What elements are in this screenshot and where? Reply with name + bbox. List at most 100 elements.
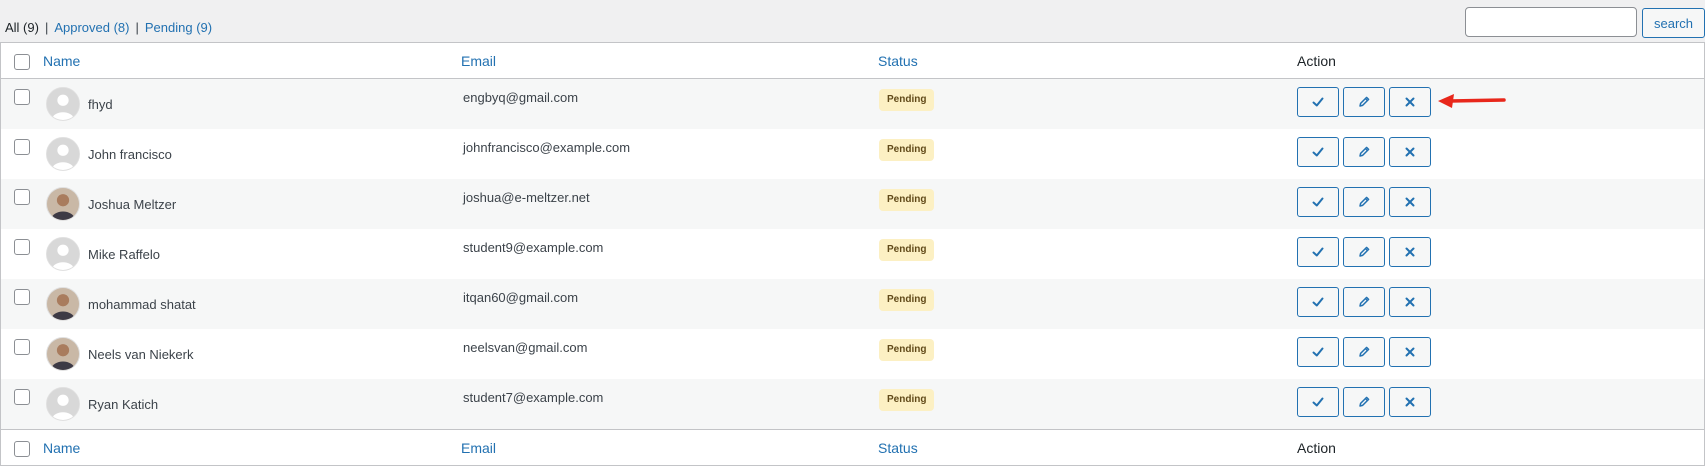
user-name[interactable]: mohammad shatat xyxy=(88,297,196,312)
status-filter-links: All (9) | Approved (8) | Pending (9) xyxy=(5,20,212,35)
user-email: student9@example.com xyxy=(463,240,604,255)
reject-button[interactable] xyxy=(1389,287,1431,317)
edit-pencil-icon xyxy=(1357,195,1371,209)
user-avatar xyxy=(46,337,80,371)
reject-x-icon xyxy=(1403,295,1417,309)
reject-button[interactable] xyxy=(1389,337,1431,367)
column-header-email[interactable]: Email xyxy=(461,53,496,69)
edit-pencil-icon xyxy=(1357,295,1371,309)
row-checkbox[interactable] xyxy=(14,389,30,405)
edit-button[interactable] xyxy=(1343,87,1385,117)
search-input[interactable] xyxy=(1465,7,1637,37)
column-header-status[interactable]: Status xyxy=(878,53,918,69)
approve-check-icon xyxy=(1311,395,1325,409)
default-avatar-icon xyxy=(46,237,80,271)
user-email: student7@example.com xyxy=(463,390,604,405)
reject-x-icon xyxy=(1403,345,1417,359)
annotation-arrow-icon xyxy=(1438,94,1506,108)
table-body: fhyd engbyq@gmail.com Pending John francisc… xyxy=(1,79,1704,429)
approve-button[interactable] xyxy=(1297,387,1339,417)
row-checkbox[interactable] xyxy=(14,289,30,305)
column-footer-name[interactable]: Name xyxy=(43,440,80,456)
table-row: John francisco johnfrancisco@example.com P… xyxy=(1,129,1704,179)
user-avatar xyxy=(46,187,80,221)
column-footer-email[interactable]: Email xyxy=(461,440,496,456)
toolbar: All (9) | Approved (8) | Pending (9) search xyxy=(0,0,1705,42)
reject-x-icon xyxy=(1403,395,1417,409)
search-button[interactable]: search xyxy=(1642,8,1705,38)
reject-button[interactable] xyxy=(1389,87,1431,117)
edit-button[interactable] xyxy=(1343,237,1385,267)
approve-button[interactable] xyxy=(1297,337,1339,367)
table-footer-row: Name Email Status Action xyxy=(1,429,1704,465)
reject-x-icon xyxy=(1403,95,1417,109)
select-all-checkbox[interactable] xyxy=(14,54,30,70)
select-all-checkbox-footer[interactable] xyxy=(14,441,30,457)
status-badge: Pending xyxy=(879,289,935,311)
status-badge: Pending xyxy=(879,89,935,111)
default-avatar-icon xyxy=(46,87,80,121)
row-checkbox[interactable] xyxy=(14,189,30,205)
table-row: mohammad shatat itqan60@gmail.com Pending xyxy=(1,279,1704,329)
edit-pencil-icon xyxy=(1357,245,1371,259)
approve-check-icon xyxy=(1311,145,1325,159)
filter-approved[interactable]: Approved (8) xyxy=(54,20,129,35)
row-checkbox[interactable] xyxy=(14,139,30,155)
edit-button[interactable] xyxy=(1343,187,1385,217)
edit-pencil-icon xyxy=(1357,395,1371,409)
column-footer-action: Action xyxy=(1297,440,1336,456)
table-row: Mike Raffelo student9@example.com Pending xyxy=(1,229,1704,279)
approve-check-icon xyxy=(1311,95,1325,109)
user-name[interactable]: Ryan Katich xyxy=(88,397,158,412)
row-checkbox[interactable] xyxy=(14,89,30,105)
user-email: joshua@e-meltzer.net xyxy=(463,190,590,205)
edit-button[interactable] xyxy=(1343,337,1385,367)
user-name[interactable]: Neels van Niekerk xyxy=(88,347,194,362)
approve-check-icon xyxy=(1311,295,1325,309)
user-name[interactable]: fhyd xyxy=(88,97,113,112)
edit-pencil-icon xyxy=(1357,345,1371,359)
table-row: Neels van Niekerk neelsvan@gmail.com Pendi… xyxy=(1,329,1704,379)
reject-x-icon xyxy=(1403,145,1417,159)
filter-all[interactable]: All (9) xyxy=(5,20,39,35)
row-checkbox[interactable] xyxy=(14,339,30,355)
column-header-name[interactable]: Name xyxy=(43,53,80,69)
edit-button[interactable] xyxy=(1343,287,1385,317)
reject-button[interactable] xyxy=(1389,237,1431,267)
reject-x-icon xyxy=(1403,195,1417,209)
approve-button[interactable] xyxy=(1297,237,1339,267)
approve-button[interactable] xyxy=(1297,87,1339,117)
column-header-action: Action xyxy=(1297,53,1336,69)
row-checkbox[interactable] xyxy=(14,239,30,255)
approve-check-icon xyxy=(1311,195,1325,209)
column-footer-status[interactable]: Status xyxy=(878,440,918,456)
filter-pending[interactable]: Pending (9) xyxy=(145,20,212,35)
edit-pencil-icon xyxy=(1357,145,1371,159)
approve-button[interactable] xyxy=(1297,187,1339,217)
reject-x-icon xyxy=(1403,245,1417,259)
approve-button[interactable] xyxy=(1297,287,1339,317)
edit-button[interactable] xyxy=(1343,387,1385,417)
status-badge: Pending xyxy=(879,239,935,261)
reject-button[interactable] xyxy=(1389,137,1431,167)
filter-separator: | xyxy=(135,20,139,35)
default-avatar-icon xyxy=(46,387,80,421)
user-name[interactable]: John francisco xyxy=(88,147,172,162)
user-email: engbyq@gmail.com xyxy=(463,90,579,105)
table-row: Joshua Meltzer joshua@e-meltzer.net Pendin… xyxy=(1,179,1704,229)
status-badge: Pending xyxy=(879,339,935,361)
user-email: itqan60@gmail.com xyxy=(463,290,579,305)
reject-button[interactable] xyxy=(1389,387,1431,417)
reject-button[interactable] xyxy=(1389,187,1431,217)
user-name[interactable]: Mike Raffelo xyxy=(88,247,160,262)
table-row: Ryan Katich student7@example.com Pending xyxy=(1,379,1704,429)
edit-button[interactable] xyxy=(1343,137,1385,167)
user-name[interactable]: Joshua Meltzer xyxy=(88,197,176,212)
user-email: johnfrancisco@example.com xyxy=(463,140,631,155)
status-badge: Pending xyxy=(879,139,935,161)
default-avatar-icon xyxy=(46,137,80,171)
edit-pencil-icon xyxy=(1357,95,1371,109)
approve-button[interactable] xyxy=(1297,137,1339,167)
user-avatar xyxy=(46,287,80,321)
approve-check-icon xyxy=(1311,345,1325,359)
